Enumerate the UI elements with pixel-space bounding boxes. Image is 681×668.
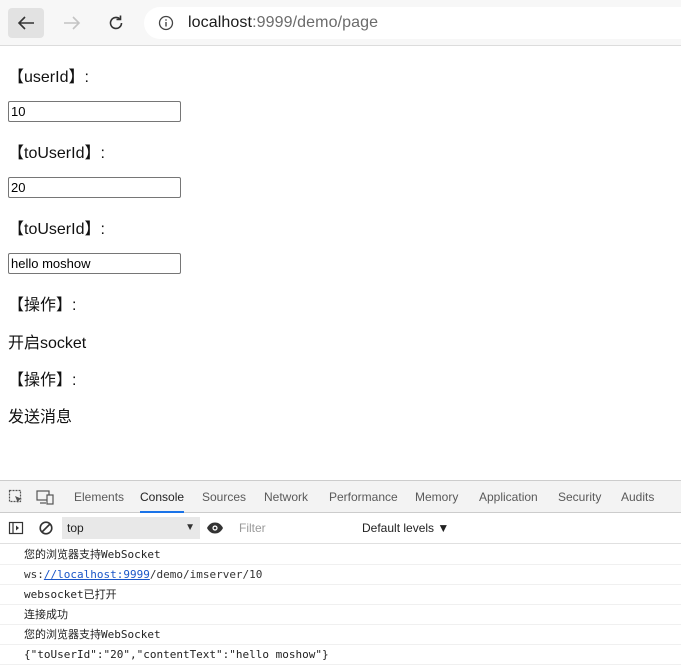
userid-label: 【userId】: [8,69,89,86]
log-line: 您的浏览器支持WebSocket [0,625,681,645]
tab-security[interactable]: Security [558,481,601,513]
back-button[interactable] [8,8,44,38]
log-line: {"toUserId":"20","contentText":"hello mo… [0,645,681,665]
content-input[interactable] [8,253,181,274]
levels-dropdown[interactable]: Default levels ▼ [362,517,449,539]
operation-label-1: 【操作】: [8,297,77,314]
touserid-input[interactable] [8,177,181,198]
arrow-left-icon [17,16,34,30]
site-info-icon[interactable] [158,15,174,31]
tab-sources[interactable]: Sources [202,481,246,513]
devtools-panel: Elements Console Sources Network Perform… [0,480,681,668]
url-text: localhost:9999/demo/page [188,14,378,32]
tab-application[interactable]: Application [479,481,538,513]
tab-console[interactable]: Console [140,481,185,513]
open-socket-button[interactable]: 开启socket [8,329,86,353]
tab-memory[interactable]: Memory [415,481,458,513]
device-toolbar-icon[interactable] [36,488,54,506]
context-select[interactable]: top ▼ [62,517,200,539]
devtools-tabbar: Elements Console Sources Network Perform… [0,481,681,513]
tab-network[interactable]: Network [264,481,308,513]
inspect-element-icon[interactable] [7,488,25,506]
tab-performance[interactable]: Performance [329,481,398,513]
send-message-button[interactable]: 发送消息 [8,403,72,427]
browser-toolbar: localhost:9999/demo/page [0,0,681,46]
reload-icon [109,15,123,30]
console-output: 您的浏览器支持WebSocket ws://localhost:9999/dem… [0,545,681,665]
log-link[interactable]: //localhost:9999 [44,568,150,581]
log-line: 您的浏览器支持WebSocket [0,545,681,565]
tab-elements[interactable]: Elements [74,481,124,513]
tab-audits[interactable]: Audits [621,481,654,513]
content-label: 【toUserId】: [8,221,105,238]
url-host: localhost [188,14,253,31]
reload-button[interactable] [98,8,134,38]
page-content: 【userId】: 【toUserId】: 【toUserId】: 【操作】: … [0,46,681,480]
arrow-right-icon [64,16,81,30]
touserid-label: 【toUserId】: [8,145,105,162]
dropdown-arrow-icon: ▼ [185,522,195,533]
operation-label-2: 【操作】: [8,372,77,389]
log-line: 连接成功 [0,605,681,625]
show-sidebar-icon[interactable] [7,519,25,537]
clear-console-icon[interactable] [37,519,55,537]
log-line: websocket已打开 [0,585,681,605]
address-bar[interactable]: localhost:9999/demo/page [144,7,681,39]
eye-icon[interactable] [206,519,224,537]
forward-button[interactable] [54,8,90,38]
console-filterbar: top ▼ Filter Default levels ▼ [0,513,681,544]
context-value: top [67,521,84,535]
filter-input[interactable]: Filter [234,517,354,539]
url-path: :9999/demo/page [252,14,379,31]
log-line: ws://localhost:9999/demo/imserver/10 [0,565,681,585]
userid-input[interactable] [8,101,181,122]
